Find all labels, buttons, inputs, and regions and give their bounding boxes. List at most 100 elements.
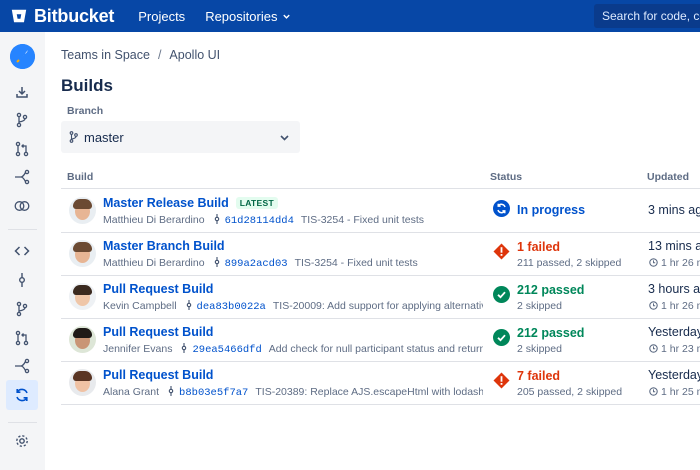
column-header-status: Status [490,171,523,183]
commit-message: TIS-3254 - Fixed unit tests [300,214,425,226]
duration-text: 1 hr 25 min [661,386,700,398]
table-row[interactable]: Pull Request Build Jennifer Evans 29ea5466… [61,318,700,361]
author-name: Matthieu Di Berardino [103,214,205,226]
status-detail: 211 passed, 2 skipped [517,257,622,269]
status-progress-icon [493,200,510,217]
status-detail: 2 skipped [517,343,562,355]
search-input[interactable]: Search for code, commits [594,4,700,28]
duration-text: 1 hr 23 min [661,343,700,355]
branch-select[interactable]: master [61,121,300,153]
commits-icon[interactable] [12,270,32,290]
breadcrumb-workspace[interactable]: Teams in Space [61,48,150,62]
build-title: Master Release Build [103,196,229,210]
build-title-link[interactable]: Pull Request Build [103,368,213,382]
build-title: Pull Request Build [103,325,214,339]
source-icon[interactable] [12,82,32,102]
build-title: Master Branch Build [103,239,225,253]
pull-requests-icon[interactable] [12,328,32,348]
breadcrumb-separator: / [157,48,162,62]
commit-icon [168,386,174,396]
table-row[interactable]: Master Release Build LATEST Matthieu Di Be… [61,189,700,232]
status-failed-icon [493,243,510,260]
table-row[interactable]: Master Branch Build Matthieu Di Berardino… [61,232,700,275]
commit-icon [186,300,191,310]
commit-message: Add check for null participant status an… [268,343,483,355]
updated-time: 13 mins ago [648,239,700,253]
code-icon[interactable] [12,241,32,261]
build-title-link[interactable]: Pull Request Build [103,282,213,296]
commit-message: TIS-20389: Replace AJS.escapeHtml with l… [255,386,483,398]
breadcrumb-repo[interactable]: Apollo UI [169,48,220,62]
commit-hash-link[interactable]: 29ea5466dfd [192,344,261,356]
build-title-link[interactable]: Pull Request Build [103,325,213,339]
build-title-link[interactable]: Master Branch Build [103,239,225,253]
commit-hash-link[interactable]: 61d28114dd4 [225,215,294,227]
sidebar-divider [8,422,37,423]
rocket-icon [10,44,35,69]
commit-message: TIS-20009: Add support for applying alte… [272,300,483,312]
sidebar [0,32,45,470]
clock-icon [649,344,658,353]
avatar [69,283,96,310]
column-header-updated: Updated [647,171,689,183]
commit-hash-link[interactable]: b8b03e5f7a7 [179,387,248,399]
build-meta: Alana Grant b8b03e5f7a7 TIS-20389: Replace… [103,386,483,399]
commit-hash-link[interactable]: dea83b0022a [197,301,266,313]
repository-avatar[interactable] [10,44,35,69]
status-text: In progress [517,203,586,217]
builds-icon[interactable] [12,385,32,405]
commit-message: TIS-3254 - Fixed unit tests [294,257,418,269]
duration: 1 hr 25 min [649,386,700,398]
updated-time: 3 hours ago [648,282,700,296]
pull-requests-icon[interactable] [12,139,32,159]
table-divider [61,404,700,405]
commit-hash-link[interactable]: 899a2acd03 [225,258,288,270]
build-meta: Matthieu Di Berardino 61d28114dd4 TIS-3254… [103,214,483,227]
updated-time: Yesterday [648,368,700,382]
sidebar-divider [8,229,37,230]
status-text: 212 passed [517,326,585,340]
status-failed-icon [493,372,510,389]
updated-time: 3 mins ago [648,203,700,217]
table-row[interactable]: Pull Request Build Alana Grant b8b03e5f7a7… [61,361,700,404]
branches-icon[interactable] [12,110,32,130]
nav-projects-label: Projects [138,8,186,24]
bitbucket-logo[interactable]: Bitbucket [10,6,114,27]
status-text: 212 passed [517,283,585,297]
logo-text: Bitbucket [34,5,115,26]
status-text: 1 failed [517,240,561,254]
settings-gear-icon[interactable] [12,431,32,451]
compare-icon[interactable] [12,196,32,216]
nav-repositories[interactable]: Repositories [205,9,291,24]
nav-repositories-label: Repositories [205,8,278,24]
avatar [69,197,96,224]
status-passed-icon [493,329,510,346]
avatar [69,240,96,267]
table-row[interactable]: Pull Request Build Kevin Campbell dea83b00… [61,275,700,318]
commit-icon [214,214,219,224]
build-meta: Matthieu Di Berardino 899a2acd03 TIS-3254 … [103,257,483,270]
author-name: Kevin Campbell [103,300,177,312]
avatar [69,326,96,353]
status-text: 7 failed [517,369,561,383]
status-detail: 2 skipped [517,300,562,312]
duration: 1 hr 26 min [649,257,700,269]
build-title-link[interactable]: Master Release Build LATEST [103,196,278,210]
branch-value: master [84,129,124,145]
chevron-down-icon [280,135,289,141]
nav-projects[interactable]: Projects [138,9,185,24]
chevron-down-icon [283,14,291,19]
clock-icon [649,258,658,267]
pipelines-icon[interactable] [12,167,32,187]
build-meta: Jennifer Evans 29ea5466dfd Add check for n… [103,343,483,356]
updated-time: Yesterday [648,325,700,339]
clock-icon [649,387,658,396]
bitbucket-logo-icon [11,9,27,23]
author-name: Jennifer Evans [103,343,173,355]
branch-icon [69,131,78,143]
build-meta: Kevin Campbell dea83b0022a TIS-20009: Add … [103,300,483,313]
clock-icon [649,301,658,310]
top-navigation-bar: Bitbucket Projects Repositories Search f… [0,0,700,32]
pipelines-icon[interactable] [12,356,32,376]
branches-icon[interactable] [12,299,32,319]
